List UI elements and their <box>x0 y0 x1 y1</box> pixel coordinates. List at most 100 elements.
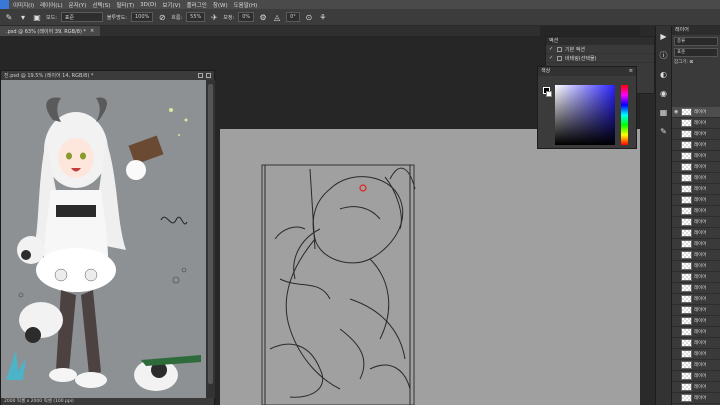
layer-name: 레이어 <box>694 198 707 203</box>
layer-row[interactable]: 레이어 <box>672 393 720 404</box>
layer-row[interactable]: 레이어 <box>672 195 720 206</box>
background-color-swatch[interactable] <box>546 91 552 97</box>
brush-preset-icon[interactable]: ▾ <box>18 12 28 22</box>
play-icon[interactable]: ▶ <box>658 31 669 42</box>
layer-name: 레이어 <box>694 242 707 247</box>
color-field[interactable] <box>555 85 615 145</box>
layer-thumbnail <box>681 306 692 314</box>
dialog-toggle-icon[interactable] <box>557 46 562 52</box>
layer-name: 레이어 <box>694 187 707 192</box>
layer-row[interactable]: 레이어 <box>672 173 720 184</box>
menu-type[interactable]: 문자(Y) <box>66 1 90 9</box>
layer-row[interactable]: 레이어 <box>672 349 720 360</box>
layer-name: 레이어 <box>694 176 707 181</box>
document-tab[interactable]: .psd @ 63% (레이어 39, RGB/8) * × <box>0 26 101 36</box>
action-set-default[interactable]: ✓ 기본 액션 <box>546 45 654 54</box>
maximize-icon[interactable] <box>206 73 211 78</box>
actions-panel-header[interactable]: 액션 <box>546 37 654 45</box>
layer-row[interactable]: 레이어 <box>672 206 720 217</box>
main-canvas[interactable] <box>220 129 656 405</box>
sketch-lines <box>261 164 416 405</box>
pressure-opacity-icon[interactable]: ⊘ <box>157 12 167 22</box>
layer-row[interactable]: 레이어 <box>672 272 720 283</box>
action-item[interactable]: ✓ 바테링(선택물) <box>546 54 654 63</box>
layer-row[interactable]: 레이어 <box>672 162 720 173</box>
check-icon[interactable]: ✓ <box>549 55 554 61</box>
smoothing-field[interactable]: 0% <box>238 12 255 22</box>
opacity-field[interactable]: 100% <box>130 12 154 22</box>
smoothing-label: 보정: <box>223 14 235 21</box>
pressure-size-icon[interactable]: ⊙ <box>304 12 314 22</box>
smoothing-options-icon[interactable]: ⚙ <box>258 12 268 22</box>
layer-row[interactable]: 레이어 <box>672 228 720 239</box>
scrollbar-thumb[interactable] <box>208 84 213 384</box>
menu-image[interactable]: 이미지(I) <box>10 1 37 9</box>
hue-slider[interactable] <box>621 85 628 145</box>
layer-thumbnail <box>681 240 692 248</box>
color-icon[interactable]: ◉ <box>658 88 669 99</box>
layer-row[interactable]: 레이어 <box>672 151 720 162</box>
layer-row[interactable]: 레이어 <box>672 360 720 371</box>
brush-settings-icon[interactable]: ▣ <box>32 12 42 22</box>
check-icon[interactable]: ✓ <box>549 46 554 52</box>
angle-field[interactable]: 0° <box>286 12 300 22</box>
mode-select[interactable]: 표준 <box>60 12 103 22</box>
layer-row[interactable]: 레이어 <box>672 283 720 294</box>
flow-field[interactable]: 55% <box>186 12 206 22</box>
angle-icon: ◬ <box>274 12 281 22</box>
layer-name: 레이어 <box>694 143 707 148</box>
layer-row[interactable]: 레이어 <box>672 129 720 140</box>
layer-row[interactable]: ◉ 레이어 <box>672 107 720 118</box>
menu-filter[interactable]: 필터(T) <box>113 1 137 9</box>
layer-row[interactable]: 레이어 <box>672 239 720 250</box>
menu-3d[interactable]: 3D(D) <box>137 2 159 8</box>
layer-thumbnail <box>681 394 692 402</box>
lock-icon[interactable]: ⊠ <box>689 60 693 65</box>
color-panel-header[interactable]: 색상 ≡ <box>538 67 636 76</box>
close-icon[interactable]: × <box>90 28 94 34</box>
minimize-icon[interactable] <box>198 73 203 78</box>
layer-row[interactable]: 레이어 <box>672 338 720 349</box>
layer-filter-select[interactable]: 종류 <box>674 37 718 46</box>
layer-row[interactable]: 레이어 <box>672 305 720 316</box>
symmetry-icon[interactable]: ⚘ <box>318 12 328 22</box>
menu-layer[interactable]: 레이어(L) <box>37 1 66 9</box>
layer-name: 레이어 <box>694 297 707 302</box>
menu-help[interactable]: 도움말(H) <box>231 1 261 9</box>
swatches-icon[interactable]: ▦ <box>658 107 669 118</box>
menu-select[interactable]: 선택(S) <box>89 1 113 9</box>
menu-window[interactable]: 창(W) <box>210 1 231 9</box>
brush-settings-icon[interactable]: ✎ <box>658 126 669 137</box>
layer-thumbnail <box>681 196 692 204</box>
eye-icon[interactable]: ◉ <box>674 109 679 115</box>
layer-row[interactable]: 레이어 <box>672 217 720 228</box>
dialog-toggle-icon[interactable] <box>557 55 562 61</box>
layer-row[interactable]: 레이어 <box>672 261 720 272</box>
color-panel-title: 색상 <box>541 68 551 74</box>
layer-row[interactable]: 레이어 <box>672 382 720 393</box>
airbrush-icon[interactable]: ✈ <box>209 12 219 22</box>
layer-thumbnail <box>681 383 692 391</box>
panel-menu-icon[interactable]: ≡ <box>629 67 633 76</box>
layer-row[interactable]: 레이어 <box>672 294 720 305</box>
reference-window-titlebar[interactable]: 진.psd @ 19.5% (레이어 14, RGB/8) * <box>1 71 214 80</box>
layer-row[interactable]: 레이어 <box>672 184 720 195</box>
menu-plugins[interactable]: 플러그인 <box>184 1 210 9</box>
layers-panel-tab[interactable]: 레이어 <box>672 26 720 35</box>
layer-thumbnail <box>681 207 692 215</box>
adjustments-icon[interactable]: ◐ <box>658 69 669 80</box>
layer-row[interactable]: 레이어 <box>672 371 720 382</box>
layer-list: ◉ 레이어 레이어 레이어 레이어 레이어 레이어 레이어 레이어 레이어 레이어 레이어 레이어 레이어… <box>672 107 720 404</box>
blend-mode-select[interactable]: 표준 <box>674 48 718 57</box>
layer-row[interactable]: 레이어 <box>672 316 720 327</box>
reference-document-window[interactable]: 진.psd @ 19.5% (레이어 14, RGB/8) * 2000 픽셀 … <box>0 70 215 405</box>
menu-view[interactable]: 보기(V) <box>159 1 183 9</box>
info-icon[interactable]: ⓘ <box>658 50 669 61</box>
layer-row[interactable]: 레이어 <box>672 140 720 151</box>
layer-row[interactable]: 레이어 <box>672 250 720 261</box>
layer-thumbnail <box>681 295 692 303</box>
brush-tool-icon[interactable]: ✎ <box>4 12 14 22</box>
layer-row[interactable]: 레이어 <box>672 118 720 129</box>
layer-row[interactable]: 레이어 <box>672 327 720 338</box>
reference-window-scrollbar[interactable] <box>206 80 215 398</box>
